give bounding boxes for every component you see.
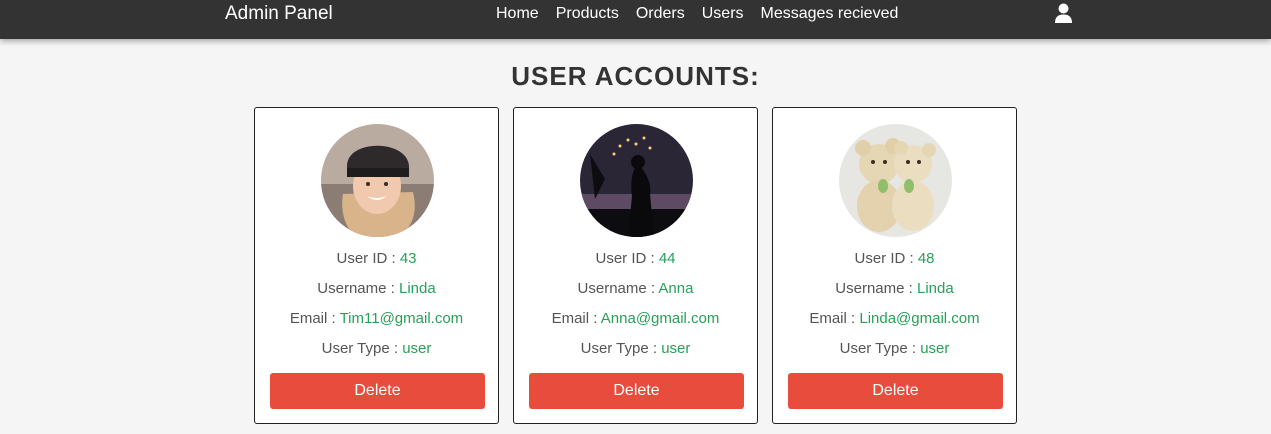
page-title: USER ACCOUNTS:: [511, 61, 760, 91]
user-id-value: 48: [917, 250, 935, 267]
brand-title[interactable]: Admin Panel: [225, 4, 333, 24]
user-id-label: User ID :: [336, 250, 400, 267]
user-id-row: User ID : 44: [514, 250, 757, 267]
nav-orders-link[interactable]: Orders: [636, 5, 685, 22]
user-card: User ID : 44 Username : Anna Email : Ann…: [513, 107, 758, 424]
username-row: Username : Anna: [514, 280, 757, 297]
user-type-row: User Type : user: [773, 340, 1016, 357]
username-row: Username : Linda: [773, 280, 1016, 297]
user-icon[interactable]: [1054, 3, 1073, 23]
username-value: Anna: [658, 280, 694, 297]
email-row: Email : Anna@gmail.com: [514, 310, 757, 327]
email-value: Tim11@gmail.com: [339, 310, 464, 327]
delete-user-button[interactable]: Delete: [788, 373, 1003, 409]
user-avatar-image: [839, 124, 952, 237]
user-id-row: User ID : 43: [255, 250, 498, 267]
username-row: Username : Linda: [255, 280, 498, 297]
email-label: Email :: [551, 310, 601, 327]
user-id-label: User ID :: [595, 250, 659, 267]
email-value: Anna@gmail.com: [600, 310, 720, 327]
user-type-label: User Type :: [321, 340, 403, 357]
username-label: Username :: [835, 280, 917, 297]
email-label: Email :: [289, 310, 340, 327]
username-value: Linda: [917, 280, 954, 297]
user-type-label: User Type :: [580, 340, 662, 357]
user-avatar-image: [321, 124, 434, 237]
user-type-label: User Type :: [839, 340, 921, 357]
delete-user-button[interactable]: Delete: [529, 373, 744, 409]
user-type-value: user: [661, 340, 691, 357]
username-label: Username :: [317, 280, 399, 297]
email-value: Linda@gmail.com: [859, 310, 980, 327]
user-id-label: User ID :: [854, 250, 918, 267]
email-row: Email : Tim11@gmail.com: [255, 310, 498, 327]
nav-products-link[interactable]: Products: [556, 5, 619, 22]
user-card: User ID : 48 Username : Linda Email : Li…: [772, 107, 1017, 424]
user-id-value: 43: [399, 250, 417, 267]
user-card: User ID : 43 Username : Linda Email : Ti…: [254, 107, 499, 424]
username-value: Linda: [399, 280, 436, 297]
nav-messages-link[interactable]: Messages recieved: [761, 5, 899, 22]
user-type-row: User Type : user: [255, 340, 498, 357]
email-row: Email : Linda@gmail.com: [773, 310, 1016, 327]
user-id-row: User ID : 48: [773, 250, 1016, 267]
delete-user-button[interactable]: Delete: [270, 373, 485, 409]
user-id-value: 44: [658, 250, 676, 267]
nav-home-link[interactable]: Home: [496, 5, 539, 22]
main-nav: Home Products Orders Users Messages reci…: [496, 5, 915, 22]
user-type-row: User Type : user: [514, 340, 757, 357]
user-avatar-image: [580, 124, 693, 237]
user-type-value: user: [920, 340, 950, 357]
user-type-value: user: [402, 340, 432, 357]
email-label: Email :: [809, 310, 860, 327]
nav-users-link[interactable]: Users: [702, 5, 744, 22]
username-label: Username :: [577, 280, 659, 297]
top-navbar: Admin Panel Home Products Orders Users M…: [0, 0, 1271, 39]
